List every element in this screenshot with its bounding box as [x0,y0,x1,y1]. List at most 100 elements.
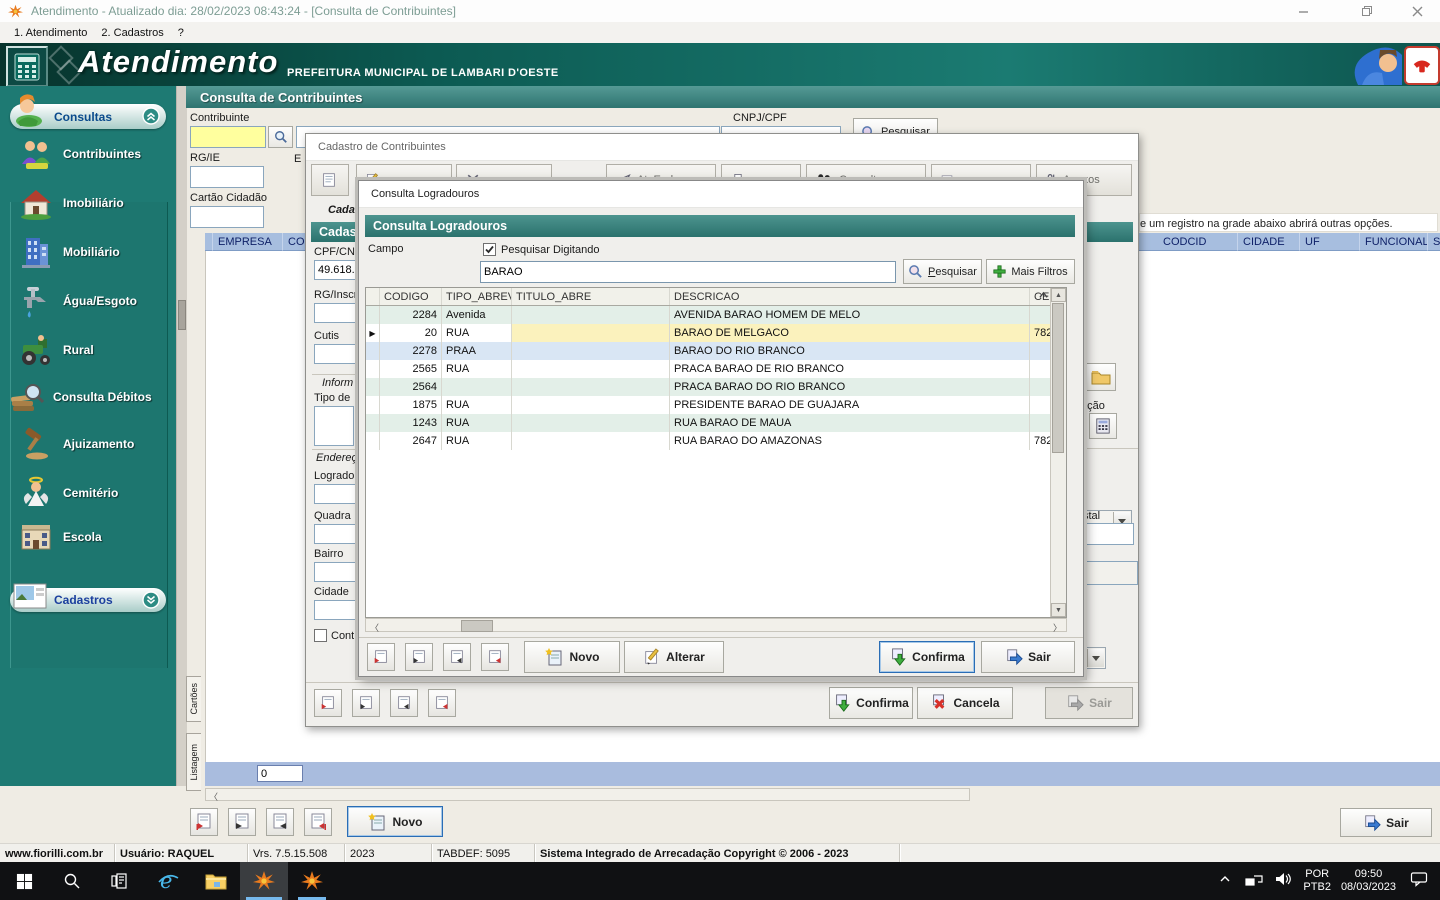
cadastro-tab[interactable]: Cadas [328,204,361,216]
phone-icon[interactable] [1404,46,1440,85]
toolbar-novo-button[interactable] [311,164,349,196]
right-input2[interactable] [1084,561,1138,585]
sidebar-item-consulta-debitos[interactable]: Consulta Débitos [8,375,158,419]
record-last-button[interactable] [304,808,332,836]
lg-record-prev-button[interactable] [405,643,433,671]
cad-record-prev-button[interactable] [352,689,380,717]
lg-record-first-button[interactable] [367,643,395,671]
lg-confirma-button[interactable]: Confirma [879,641,975,673]
mais-filtros-button[interactable]: Mais Filtros [986,259,1075,284]
taskbar-search-button[interactable] [48,862,96,900]
cad-record-first-button[interactable] [314,689,342,717]
col-funcional[interactable]: FUNCIONAL [1360,233,1428,251]
taskbar-app-active[interactable] [240,862,288,900]
sidebar-item-rural[interactable]: Rural [18,328,168,372]
lg-novo-button[interactable]: Novo [524,641,620,673]
col-codcid[interactable]: CODCID [1158,233,1238,251]
logradouro-search-input[interactable] [480,261,896,283]
menu-cadastros[interactable]: 2. Cadastros [101,27,163,39]
notification-icon[interactable] [1410,871,1428,892]
tab-listagem[interactable]: Listagem [186,733,201,791]
col-s[interactable]: S [1428,233,1440,251]
minimize-button[interactable] [1280,0,1326,22]
restore-button[interactable] [1344,0,1390,22]
folder-button[interactable] [1086,363,1116,391]
lg-record-last-button[interactable] [481,643,509,671]
grid-vscrollbar[interactable]: ▲ ▼ [1050,288,1066,617]
rg-inscr-input[interactable] [314,303,360,323]
bottom-hscrollbar[interactable]: 〈 [205,788,970,801]
rg-input[interactable] [190,166,264,188]
tipo-de-input[interactable] [314,406,354,446]
table-row[interactable]: 2647RUARUA BARAO DO AMAZONAS7826 [366,432,1066,450]
col-codigo[interactable]: CODIGO [380,288,442,305]
lg-record-next-button[interactable] [443,643,471,671]
table-row[interactable]: 1243RUARUA BARAO DE MAUA [366,414,1066,432]
chevron-double-up-icon[interactable] [142,107,160,130]
start-button[interactable] [0,862,48,900]
language-indicator[interactable]: PORPTB2 [1303,868,1331,894]
quadra-input[interactable] [314,524,360,544]
sidebar-item-escola[interactable]: Escola [18,515,168,559]
close-button[interactable] [1394,0,1440,22]
sidebar-item-agua-esgoto[interactable]: Água/Esgoto [18,279,168,323]
speaker-icon[interactable] [1275,872,1291,891]
table-row[interactable]: 2564PRACA BARAO DO RIO BRANCO [366,378,1066,396]
cont-checkbox[interactable] [314,629,327,642]
table-row[interactable]: 2284AvenidaAVENIDA BARAO HOMEM DE MELO [366,306,1066,324]
menu-atendimento[interactable]: 1. Atendimento [14,27,87,39]
col-empresa[interactable]: EMPRESA [213,233,283,251]
pesquisar-digitando-checkbox[interactable] [483,243,496,256]
contribuinte-input[interactable] [190,126,266,148]
table-row[interactable]: 20RUABARAO DE MELGACO7827 [366,324,1066,342]
sidebar-item-ajuizamento[interactable]: Ajuizamento [18,422,168,466]
sidebar-item-cemiterio[interactable]: Cemitério [18,471,168,515]
cad-record-next-button[interactable] [390,689,418,717]
logradouros-titlebar[interactable]: Consulta Logradouros [359,181,1083,208]
record-first-button[interactable] [190,808,218,836]
table-row[interactable]: 2278PRAABARAO DO RIO BRANCO [366,342,1066,360]
cad-confirma-button[interactable]: Confirma [829,687,913,719]
cartao-input[interactable] [190,206,264,228]
network-icon[interactable] [1245,872,1263,891]
cutis-input[interactable] [314,344,360,364]
lg-pesquisar-button[interactable]: Pesquisar [903,259,982,284]
cad-cancela-button[interactable]: Cancela [917,687,1013,719]
postal-input[interactable] [1084,523,1134,545]
main-sair-button[interactable]: Sair [1340,808,1432,837]
grid-hscrollbar[interactable]: 〈 〉 [365,618,1067,632]
tab-cartoes[interactable]: Cartões [186,676,201,722]
sidebar-item-imobiliario[interactable]: Imobiliário [18,181,168,225]
lg-sair-button[interactable]: Sair [981,641,1075,673]
logradouro-input[interactable] [314,484,360,504]
col-descricao[interactable]: DESCRICAO [670,288,1030,305]
col-cidade[interactable]: CIDADE [1238,233,1300,251]
calc-button[interactable] [1089,413,1117,439]
sidebar-item-mobiliario[interactable]: Mobiliário [18,230,168,274]
sidebar-item-contribuintes[interactable]: Contribuintes [18,132,168,176]
menu-help[interactable]: ? [178,27,184,39]
count-input[interactable] [257,765,303,782]
clock[interactable]: 09:5008/03/2023 [1341,868,1396,894]
bairro-input[interactable] [314,562,360,582]
cadastro-titlebar[interactable]: Cadastro de Contribuintes [306,134,1138,161]
chevron-double-down-icon[interactable] [142,591,160,614]
record-next-button[interactable] [266,808,294,836]
tray-chevron-icon[interactable] [1219,872,1231,890]
contribuinte-search-button[interactable] [268,126,293,148]
cidade-input[interactable] [314,600,360,620]
logradouros-grid: CODIGO TIPO_ABREV TITULO_ABRE DESCRICAO … [365,287,1067,618]
cad-record-last-button[interactable] [428,689,456,717]
lg-alterar-button[interactable]: Alterar [624,641,724,673]
col-uf[interactable]: UF [1300,233,1360,251]
col-titulo-abre[interactable]: TITULO_ABRE [512,288,670,305]
record-prev-button[interactable] [228,808,256,836]
col-tipo-abrev[interactable]: TIPO_ABREV [442,288,512,305]
table-row[interactable]: 1875RUAPRESIDENTE BARAO DE GUAJARA [366,396,1066,414]
taskbar-app-2[interactable] [288,862,336,900]
task-view-button[interactable] [96,862,144,900]
internet-explorer-icon[interactable]: e [144,862,192,900]
file-explorer-icon[interactable] [192,862,240,900]
novo-button[interactable]: Novo [347,806,443,837]
table-row[interactable]: 2565RUAPRACA BARAO DE RIO BRANCO [366,360,1066,378]
